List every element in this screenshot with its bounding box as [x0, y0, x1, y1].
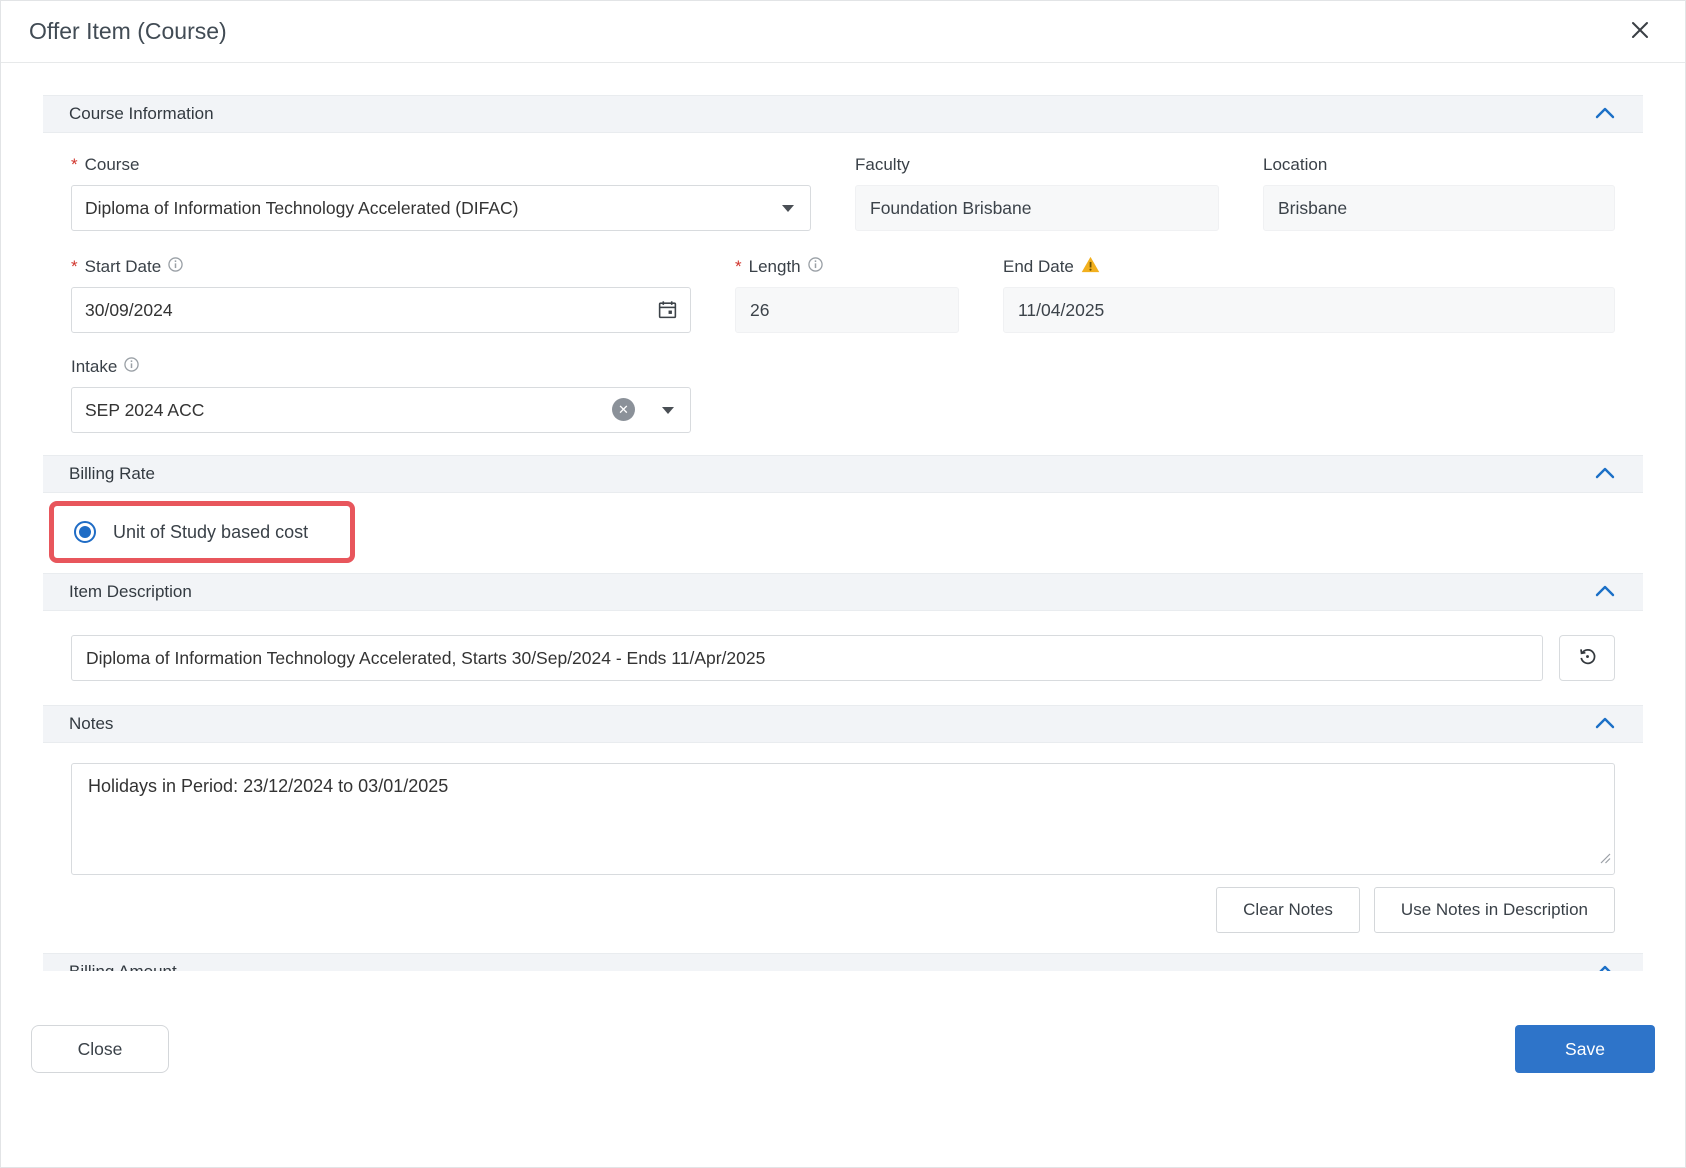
modal-header: Offer Item (Course): [1, 1, 1685, 63]
chevron-up-icon: [1595, 965, 1615, 971]
section-title: Item Description: [69, 582, 192, 601]
course-select[interactable]: [71, 185, 811, 231]
collapse-button[interactable]: [1593, 105, 1617, 124]
clear-notes-button[interactable]: Clear Notes: [1216, 887, 1360, 933]
length-field: 26: [735, 287, 959, 333]
billing-rate-content: Unit of Study based cost: [43, 493, 1643, 573]
refresh-icon: [1576, 645, 1599, 671]
notes-content: Holidays in Period: 23/12/2024 to 03/01/…: [43, 743, 1643, 953]
item-description-input[interactable]: [71, 635, 1543, 681]
chevron-up-icon: [1595, 107, 1615, 122]
section-header-notes[interactable]: Notes: [43, 705, 1643, 743]
collapse-button[interactable]: [1593, 715, 1617, 734]
section-title: Course Information: [69, 104, 214, 123]
item-description-content: [43, 611, 1643, 705]
regenerate-description-button[interactable]: [1559, 635, 1615, 681]
warning-icon: [1081, 256, 1100, 278]
page-title: Offer Item (Course): [29, 18, 227, 44]
intake-select[interactable]: [71, 387, 691, 433]
unit-of-study-radio[interactable]: Unit of Study based cost: [74, 521, 308, 543]
clear-icon[interactable]: ✕: [612, 398, 635, 421]
collapse-button[interactable]: [1593, 465, 1617, 484]
notes-textarea[interactable]: Holidays in Period: 23/12/2024 to 03/01/…: [71, 763, 1615, 875]
required-marker: *: [71, 257, 78, 276]
section-header-billing-rate[interactable]: Billing Rate: [43, 455, 1643, 493]
chevron-up-icon: [1595, 717, 1615, 732]
location-field: Brisbane: [1263, 185, 1615, 231]
section-header-item-description[interactable]: Item Description: [43, 573, 1643, 611]
start-date-input[interactable]: [71, 287, 691, 333]
section-header-billing-amount[interactable]: Billing Amount: [43, 953, 1643, 971]
faculty-label: Faculty: [855, 155, 910, 174]
required-marker: *: [735, 257, 742, 276]
section-title: Billing Amount: [69, 962, 177, 971]
close-icon: [1629, 19, 1651, 44]
collapse-button[interactable]: [1593, 963, 1617, 971]
chevron-up-icon: [1595, 467, 1615, 482]
offer-item-modal: Offer Item (Course) Course Information *…: [0, 0, 1686, 1168]
info-icon[interactable]: [807, 257, 823, 277]
use-notes-in-description-button[interactable]: Use Notes in Description: [1373, 887, 1615, 933]
radio-label: Unit of Study based cost: [113, 521, 309, 542]
required-marker: *: [71, 155, 78, 174]
section-title: Billing Rate: [69, 464, 155, 483]
info-icon[interactable]: [168, 257, 183, 277]
save-button[interactable]: Save: [1515, 1025, 1655, 1073]
faculty-field: Foundation Brisbane: [855, 185, 1219, 231]
calendar-icon[interactable]: [657, 299, 678, 325]
end-date-field: 11/04/2025: [1003, 287, 1615, 333]
length-label: * Length: [735, 255, 959, 279]
modal-body: Course Information * Course Diploma of I…: [1, 63, 1685, 971]
modal-footer: Close Save: [1, 1025, 1685, 1073]
radio-selected-icon[interactable]: [74, 521, 96, 543]
annotation-highlight-box: Unit of Study based cost: [49, 501, 356, 563]
chevron-down-icon[interactable]: [662, 407, 674, 414]
course-information-content: *Course Faculty Foundation Brisbane Loca…: [43, 133, 1643, 455]
info-icon[interactable]: [124, 357, 140, 377]
course-label: * Course: [71, 155, 140, 174]
close-button-footer[interactable]: Close: [31, 1025, 169, 1073]
close-button[interactable]: [1625, 15, 1655, 48]
end-date-label: End Date: [1003, 255, 1615, 279]
resize-handle-icon[interactable]: [1599, 851, 1611, 869]
section-title: Notes: [69, 714, 114, 733]
chevron-up-icon: [1595, 585, 1615, 600]
intake-label: Intake: [71, 355, 691, 379]
location-label: Location: [1263, 155, 1328, 174]
start-date-label: * Start Date: [71, 255, 691, 279]
collapse-button[interactable]: [1593, 583, 1617, 602]
section-header-course-information[interactable]: Course Information: [43, 95, 1643, 133]
chevron-down-icon[interactable]: [782, 205, 794, 212]
